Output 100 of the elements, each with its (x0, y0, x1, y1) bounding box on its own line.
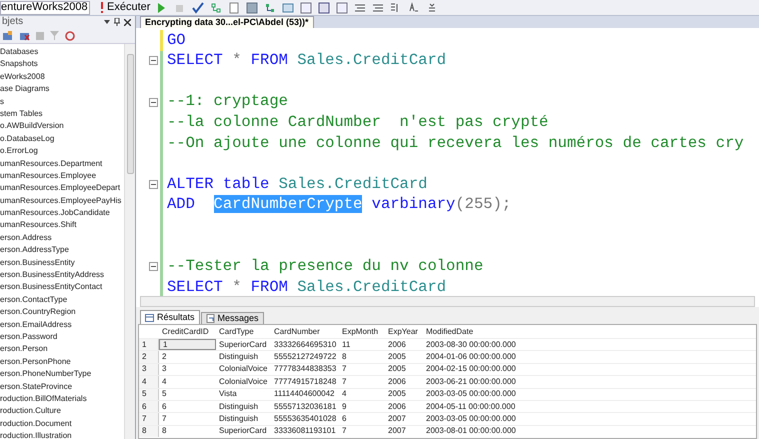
tree-item[interactable]: roduction.Document (0, 418, 72, 430)
table-cell-text: 4 (161, 376, 168, 388)
code-line: --Tester la presence du nv colonne (167, 259, 484, 275)
row-number: 6 (139, 400, 159, 412)
table-cell-text: 55557132036181 (273, 400, 338, 412)
table-cell-text: 9 (341, 400, 348, 412)
connect-icon[interactable] (2, 30, 13, 40)
tree-item[interactable]: o.AWBuildVersion (0, 120, 64, 133)
tree-item[interactable]: erson.AddressType (0, 244, 69, 257)
results-tab[interactable]: Résultats (140, 310, 200, 324)
column-header[interactable]: CardNumber (271, 328, 339, 336)
panel-title: bjets (2, 17, 24, 27)
table-cell-text: 2006 (387, 376, 407, 388)
table-cell-text: 2003-08-01 00:00:00.000 (425, 426, 517, 438)
table-cell-text: ColonialVoice (218, 376, 268, 388)
disconnect-icon[interactable] (19, 30, 30, 40)
tree-item[interactable]: erson.Person (0, 343, 48, 356)
collapse-icon[interactable] (149, 262, 158, 272)
tree-item[interactable]: roduction.Culture (0, 405, 61, 418)
tree-item[interactable]: umanResources.EmployeePayHis (0, 194, 122, 208)
table-cell-text: 3 (161, 364, 168, 376)
table-cell-text: 2004-02-15 00:00:00.000 (425, 364, 517, 376)
tree-item[interactable]: umanResources.Shift (0, 219, 76, 232)
close-icon[interactable] (124, 18, 131, 26)
table-cell-text: 2005 (387, 351, 407, 363)
tree-item[interactable]: erson.PhoneNumberType (0, 368, 92, 381)
code-line: ALTER table Sales.CreditCard (167, 176, 428, 192)
execute-button[interactable]: Exécuter (100, 2, 150, 13)
tree-item[interactable]: erson.BusinessEntityContact (0, 281, 102, 294)
table-cell-text: 8 (341, 351, 348, 363)
table-cell-text: SuperiorCard (218, 426, 268, 438)
tree-item[interactable]: umanResources.Department (0, 158, 102, 170)
tree-item[interactable]: erson.PersonPhone (0, 356, 71, 368)
column-header[interactable]: ExpMonth (339, 328, 385, 336)
tree-item[interactable]: o.ErrorLog (0, 145, 38, 158)
pin-icon[interactable] (114, 18, 120, 26)
code-line: --On ajoute une colonne qui recevera les numéros de cartes cry (167, 136, 744, 152)
table-cell-text: 11114404600042 (273, 388, 336, 400)
tree-item[interactable]: erson.Address (0, 232, 52, 244)
tree-item[interactable]: erson.ContactType (0, 294, 68, 306)
row-number: 8 (139, 426, 159, 438)
tree-item[interactable]: roduction.BillOfMaterials (0, 392, 87, 406)
collapse-icon[interactable] (149, 98, 158, 107)
horizontal-scrollbar[interactable] (140, 296, 755, 307)
row-number: 3 (139, 364, 159, 376)
tree-item[interactable]: roduction.Illustration (0, 430, 72, 439)
tree-item[interactable]: stem Tables (0, 108, 43, 120)
table-cell-text: 2005 (387, 364, 407, 376)
collapse-icon[interactable] (149, 56, 158, 66)
table-cell-text: 2003-03-05 00:00:00.000 (425, 413, 517, 425)
database-dropdown[interactable]: entureWorks2008 (0, 0, 90, 14)
tree-item[interactable]: erson.BusinessEntity (0, 256, 75, 270)
collapse-icon[interactable] (149, 180, 158, 189)
exclamation-icon (100, 2, 104, 13)
table-cell-text: 2003-03-05 00:00:00.000 (425, 388, 517, 400)
table-cell-text: Distinguish (218, 413, 260, 425)
table-cell-text: 77774915718248 (273, 376, 338, 388)
tree-item[interactable]: umanResources.JobCandidate (0, 207, 110, 220)
scrollbar[interactable] (124, 44, 135, 439)
tree-item[interactable]: ase Diagrams (0, 83, 50, 96)
code-line: SELECT * FROM Sales.CreditCard (167, 280, 446, 296)
tree-item[interactable]: umanResources.EmployeeDepart (0, 182, 120, 195)
table-cell-text: 11 (341, 339, 352, 350)
tree-item[interactable]: Snapshots (0, 58, 38, 71)
code-line: --1: cryptage (167, 94, 288, 110)
table-cell-text: 33336081193101 (273, 426, 337, 438)
tree-item[interactable]: erson.Password (0, 330, 58, 344)
column-header[interactable]: CreditCardID (159, 328, 216, 336)
table-cell: 1 (159, 339, 216, 350)
tree-item[interactable]: Databases (0, 46, 38, 58)
tree-item[interactable]: eWorks2008 (0, 70, 45, 84)
results-tab[interactable]: Messages (200, 312, 264, 324)
code-line: SELECT * FROM Sales.CreditCard (167, 53, 446, 69)
table-cell-text: 2007 (387, 426, 407, 438)
document-tab[interactable]: Encrypting data 30...el-PC\Abdel (53))* (140, 16, 314, 28)
tree-item[interactable]: o.DatabaseLog (0, 132, 54, 146)
table-cell-text: 7 (161, 413, 168, 425)
row-number: 5 (139, 388, 159, 400)
table-cell-text: 7 (341, 376, 348, 388)
tree-item[interactable]: erson.BusinessEntityAddress (0, 269, 104, 282)
table-cell-text: Distinguish (218, 400, 260, 412)
column-header[interactable]: ModifiedDate (423, 328, 563, 336)
tree-item[interactable]: umanResources.Employee (0, 170, 96, 182)
document-icon[interactable] (228, 2, 240, 14)
tree-item[interactable]: erson.EmailAddress (0, 318, 72, 331)
table-cell-text: 77778344838353 (273, 364, 338, 376)
tree-icon[interactable] (210, 2, 222, 14)
column-header[interactable]: ExpYear (385, 328, 423, 336)
table-cell-text: 2003-08-30 00:00:00.000 (425, 339, 517, 350)
tree-item[interactable]: s (0, 96, 4, 108)
table-cell-text: Vista (218, 388, 238, 400)
column-header[interactable]: CardType (216, 328, 271, 336)
table-cell-text: 33332664695310 (273, 339, 338, 350)
tree-item[interactable]: erson.CountryRegion (0, 306, 76, 319)
dropdown-icon[interactable] (104, 20, 110, 24)
table-cell-text: 2005 (387, 388, 407, 400)
table-cell-text: 7 (341, 426, 348, 438)
tree-item[interactable]: erson.StateProvince (0, 380, 72, 393)
table-cell-text: 7 (341, 364, 348, 376)
check-icon[interactable] (192, 2, 204, 14)
